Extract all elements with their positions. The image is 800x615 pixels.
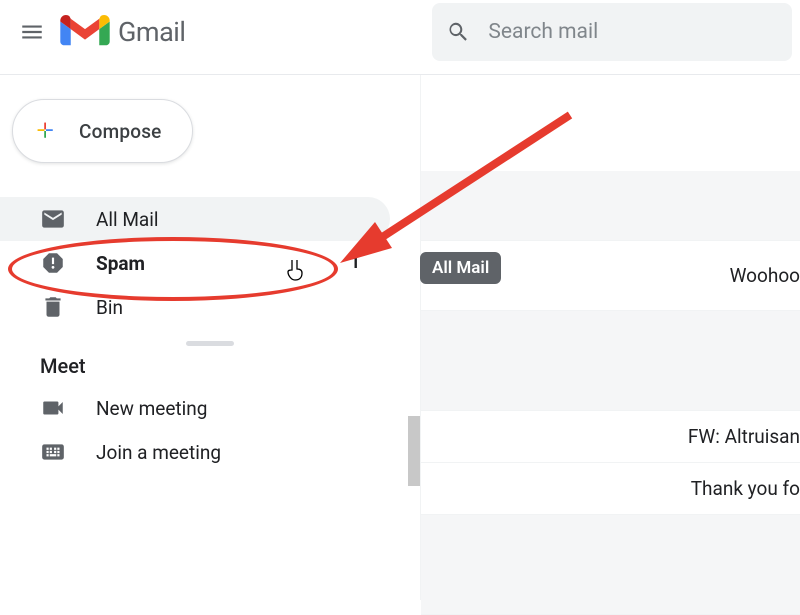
header: Gmail	[0, 0, 800, 64]
nav-label: New meeting	[96, 397, 360, 420]
mail-row[interactable]: Thank you fo	[421, 463, 800, 515]
keyboard-icon	[40, 439, 66, 465]
sidebar-item-all-mail[interactable]: All Mail	[0, 197, 390, 241]
hamburger-icon	[19, 19, 45, 45]
compose-button[interactable]: Compose	[12, 99, 193, 163]
search-bar[interactable]	[432, 3, 792, 61]
compose-label: Compose	[79, 120, 162, 143]
sidebar-item-bin[interactable]: Bin	[0, 285, 390, 329]
sidebar-resize-handle[interactable]	[186, 341, 234, 346]
plus-icon	[31, 116, 61, 146]
mail-list: Woohoo FW: Altruisan Thank you fo	[420, 75, 800, 600]
mail-row[interactable]	[421, 171, 800, 241]
nav-label: Spam	[96, 252, 350, 275]
main-menu-button[interactable]	[8, 8, 56, 56]
search-icon	[446, 18, 470, 46]
mail-subject-preview: FW: Altruisan	[688, 425, 800, 448]
mail-row[interactable]	[421, 311, 800, 411]
sidebar-item-spam[interactable]: Spam 1	[0, 241, 390, 285]
meet-new-meeting[interactable]: New meeting	[0, 386, 390, 430]
mail-row[interactable]	[421, 515, 800, 615]
video-icon	[40, 395, 66, 421]
mail-icon	[40, 206, 66, 232]
folder-list: All Mail Spam 1 Bin	[0, 197, 420, 329]
nav-count: 1	[350, 253, 360, 273]
mail-toolbar-area	[421, 75, 800, 171]
mail-subject-preview: Thank you fo	[691, 477, 800, 500]
sidebar: Compose All Mail Spam 1 Bin	[0, 75, 420, 600]
mail-subject-preview: Woohoo	[730, 264, 800, 287]
nav-label: Join a meeting	[96, 441, 360, 464]
spam-icon	[40, 250, 66, 276]
trash-icon	[40, 294, 66, 320]
meet-join-meeting[interactable]: Join a meeting	[0, 430, 390, 474]
gmail-logo-icon	[60, 13, 110, 51]
mail-row[interactable]: FW: Altruisan	[421, 411, 800, 463]
gmail-logo[interactable]: Gmail	[60, 13, 185, 51]
sidebar-scrollbar[interactable]	[408, 416, 420, 486]
tooltip: All Mail	[420, 252, 501, 284]
gmail-logo-text: Gmail	[118, 16, 185, 48]
nav-label: All Mail	[96, 208, 360, 231]
nav-label: Bin	[96, 296, 360, 319]
meet-section-header: Meet	[0, 354, 420, 378]
search-input[interactable]	[488, 20, 778, 44]
